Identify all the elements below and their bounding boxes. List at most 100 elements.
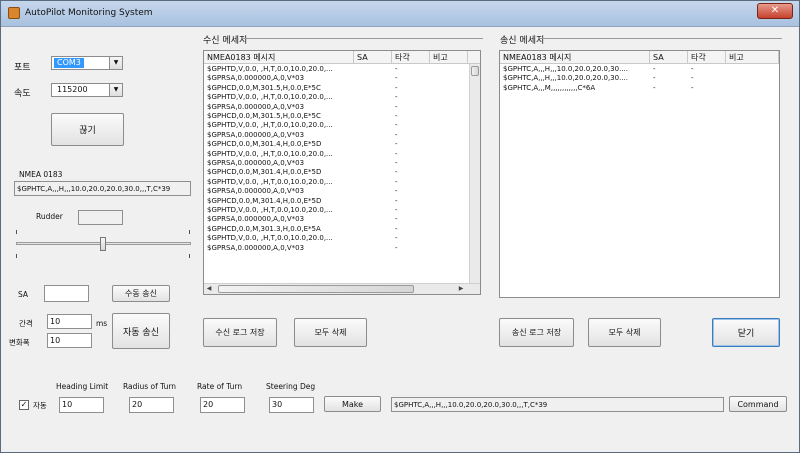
table-row[interactable]: $GPHTD,V,0.0, ,H,T,0.0,10.0,20.0,... - xyxy=(204,206,480,215)
column-header[interactable]: NMEA0183 메시지 xyxy=(204,51,354,64)
table-row[interactable]: $GPRSA,0.000000,A,0,V*03 - xyxy=(204,187,480,196)
table-row[interactable]: $GPHTD,V,0.0, ,H,T,0.0,10.0,20.0,... - xyxy=(204,234,480,243)
command-field[interactable]: $GPHTC,A,,,H,,,10.0,20.0,20.0,30.0,,,T,C… xyxy=(391,397,724,412)
table-cell: $GPRSA,0.000000,A,0,V*03 xyxy=(207,243,305,252)
window-close-button[interactable]: ✕ xyxy=(757,3,793,19)
table-row[interactable]: $GPHTC,A,,,M,,,,,,,,,,,,C*6A - - xyxy=(500,84,779,93)
chevron-down-icon[interactable]: ▼ xyxy=(109,57,122,69)
column-header[interactable]: 타각 xyxy=(392,51,430,64)
window-title: AutoPilot Monitoring System xyxy=(25,8,153,18)
table-row[interactable]: $GPRSA,0.000000,A,0,V*03 - xyxy=(204,131,480,140)
scroll-right-icon[interactable]: ▶ xyxy=(456,285,466,292)
scroll-thumb[interactable] xyxy=(218,285,414,293)
variation-input[interactable]: 10 xyxy=(47,333,92,348)
heading-limit-input[interactable]: 10 xyxy=(59,397,104,413)
table-cell: $GPRSA,0.000000,A,0,V*03 xyxy=(207,215,305,224)
auto-send-button[interactable]: 자동 송신 xyxy=(112,313,170,349)
make-button[interactable]: Make xyxy=(324,396,381,412)
speed-value: 115200 xyxy=(57,85,88,94)
table-cell: - xyxy=(395,112,398,120)
nmea-field[interactable]: $GPHTC,A,,,H,,,10.0,20.0,20.0,30.0,,,T,C… xyxy=(14,181,191,196)
table-row[interactable]: $GPHTD,V,0.0, ,H,T,0.0,10.0,20.0,... - xyxy=(204,150,480,159)
port-select[interactable]: COM3 ▼ xyxy=(51,56,123,70)
close-button[interactable]: 닫기 xyxy=(712,318,780,347)
table-cell: $GPHCD,0.0,M,301.3,H,0.0,E*5A xyxy=(207,224,321,233)
table-cell: - xyxy=(691,74,694,83)
table-cell: - xyxy=(653,65,656,73)
received-list[interactable]: NMEA0183 메시지 SA 타각 비고 $GPHTD,V,0.0, ,H,T… xyxy=(203,50,481,295)
table-cell: $GPHTD,V,0.0, ,H,T,0.0,10.0,20.0,... xyxy=(207,93,333,102)
sent-list[interactable]: NMEA0183 메시지 SA 타각 비고 $GPHTC,A,,,H,,,10.… xyxy=(499,50,780,298)
clear-received-button[interactable]: 모두 삭제 xyxy=(294,318,367,347)
column-header[interactable]: 비고 xyxy=(726,51,779,64)
sa-input[interactable] xyxy=(44,285,89,302)
clear-sent-button[interactable]: 모두 삭제 xyxy=(588,318,661,347)
variation-label: 변화폭 xyxy=(9,338,30,347)
table-cell: $GPRSA,0.000000,A,0,V*03 xyxy=(207,102,305,111)
table-cell: - xyxy=(653,74,656,83)
column-header[interactable]: SA xyxy=(650,51,688,64)
table-row[interactable]: $GPHCD,0.0,M,301.3,H,0.0,E*5A - xyxy=(204,225,480,234)
rudder-slider-thumb[interactable] xyxy=(100,237,106,251)
slider-tick xyxy=(16,254,17,258)
table-cell: - xyxy=(395,140,398,149)
title-bar[interactable]: AutoPilot Monitoring System ✕ xyxy=(1,1,799,27)
table-cell: $GPHCD,0.0,M,301.5,H,0.0,E*5C xyxy=(207,83,321,92)
table-row[interactable]: $GPHTC,A,,,H,,,10.0,20.0,20.0,30.... - - xyxy=(500,74,779,83)
table-row[interactable]: $GPHTC,A,,,H,,,10.0,20.0,20.0,30.... - - xyxy=(500,65,779,74)
table-cell: $GPHTD,V,0.0, ,H,T,0.0,10.0,20.0,... xyxy=(207,121,333,130)
table-row[interactable]: $GPHCD,0.0,M,301.4,H,0.0,E*5D - xyxy=(204,168,480,177)
radius-of-turn-label: Radius of Turn xyxy=(123,382,177,391)
sent-list-header: NMEA0183 메시지 SA 타각 비고 xyxy=(500,51,779,64)
command-button[interactable]: Command xyxy=(729,396,787,412)
table-row[interactable]: $GPHCD,0.0,M,301.5,H,0.0,E*5C - xyxy=(204,112,480,121)
column-header[interactable]: 타각 xyxy=(688,51,726,64)
table-row[interactable]: $GPHCD,0.0,M,301.4,H,0.0,E*5D - xyxy=(204,140,480,149)
table-row[interactable]: $GPRSA,0.000000,A,0,V*03 - xyxy=(204,215,480,224)
table-row[interactable]: $GPHCD,0.0,M,301.4,H,0.0,E*5D - xyxy=(204,197,480,206)
table-row[interactable]: $GPRSA,0.000000,A,0,V*03 - xyxy=(204,103,480,112)
table-cell: $GPRSA,0.000000,A,0,V*03 xyxy=(207,159,305,167)
table-cell: $GPHCD,0.0,M,301.4,H,0.0,E*5D xyxy=(207,196,322,205)
table-cell: - xyxy=(395,159,398,167)
table-cell: - xyxy=(395,196,398,205)
speed-select[interactable]: 115200 ▼ xyxy=(51,83,123,97)
rudder-label: Rudder xyxy=(36,212,63,221)
table-cell: $GPHCD,0.0,M,301.4,H,0.0,E*5D xyxy=(207,140,322,149)
table-row[interactable]: $GPRSA,0.000000,A,0,V*03 - xyxy=(204,244,480,253)
table-row[interactable]: $GPHTD,V,0.0, ,H,T,0.0,10.0,20.0,... - xyxy=(204,178,480,187)
table-row[interactable]: $GPRSA,0.000000,A,0,V*03 - xyxy=(204,159,480,168)
table-cell: $GPRSA,0.000000,A,0,V*03 xyxy=(207,74,305,83)
manual-send-button[interactable]: 수동 송신 xyxy=(112,285,170,302)
disconnect-button[interactable]: 끊기 xyxy=(51,113,124,146)
nmea-label: NMEA 0183 xyxy=(19,170,63,179)
auto-label: 자동 xyxy=(33,401,47,410)
save-received-log-button[interactable]: 수신 로그 저장 xyxy=(203,318,277,347)
interval-input[interactable]: 10 xyxy=(47,314,92,329)
rate-of-turn-input[interactable]: 20 xyxy=(200,397,245,413)
scroll-left-icon[interactable]: ◀ xyxy=(204,285,214,292)
table-row[interactable]: $GPHCD,0.0,M,301.5,H,0.0,E*5C - xyxy=(204,84,480,93)
table-cell: $GPHTC,A,,,M,,,,,,,,,,,,C*6A xyxy=(503,83,596,92)
save-sent-log-button[interactable]: 송신 로그 저장 xyxy=(499,318,574,347)
radius-of-turn-input[interactable]: 20 xyxy=(129,397,174,413)
received-hscroll[interactable]: ◀ ▶ xyxy=(204,283,480,294)
table-row[interactable]: $GPHTD,V,0.0, ,H,T,0.0,10.0,20.0,... - xyxy=(204,93,480,102)
rudder-field[interactable] xyxy=(78,210,123,225)
table-row[interactable]: $GPRSA,0.000000,A,0,V*03 - xyxy=(204,74,480,83)
steering-deg-label: Steering Deg xyxy=(266,382,316,391)
auto-checkbox[interactable]: ✓ xyxy=(19,400,29,410)
received-vscroll[interactable] xyxy=(469,64,480,283)
column-header[interactable]: 비고 xyxy=(430,51,468,64)
table-cell: - xyxy=(395,149,398,158)
table-row[interactable]: $GPHTD,V,0.0, ,H,T,0.0,10.0,20.0,... - xyxy=(204,121,480,130)
table-row[interactable]: $GPHTD,V,0.0, ,H,T,0.0,10.0,20.0,... - xyxy=(204,65,480,74)
table-cell: $GPHTC,A,,,H,,,10.0,20.0,20.0,30.... xyxy=(503,74,628,83)
interval-label: 간격 xyxy=(19,319,33,328)
steering-deg-input[interactable]: 30 xyxy=(269,397,314,413)
chevron-down-icon[interactable]: ▼ xyxy=(109,84,122,96)
scroll-thumb[interactable] xyxy=(471,66,479,76)
interval-unit: ms xyxy=(96,319,108,328)
column-header[interactable]: SA xyxy=(354,51,392,64)
column-header[interactable]: NMEA0183 메시지 xyxy=(500,51,650,64)
